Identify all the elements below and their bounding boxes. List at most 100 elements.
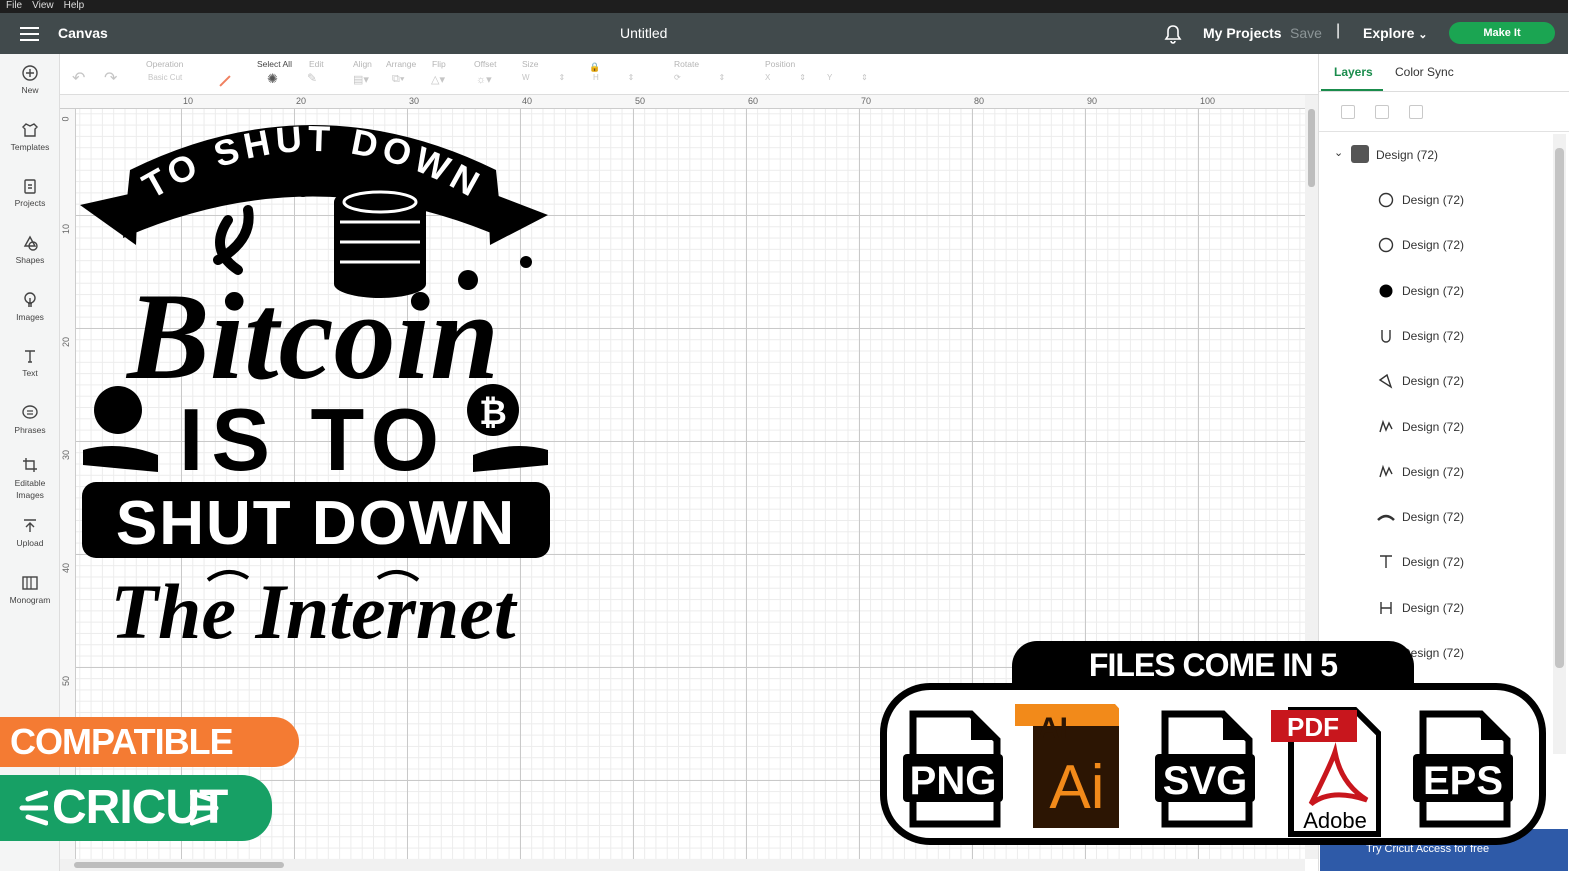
tool-editable-images[interactable]: Editable Images [0,456,60,501]
undo-icon[interactable]: ↶ [72,68,85,87]
shirt-icon [22,123,38,137]
layer-row[interactable]: Design (72) [1319,224,1551,266]
horizontal-scrollbar[interactable] [60,859,1305,871]
ruler-tick: 50 [635,96,646,106]
bell-icon[interactable] [1164,24,1182,44]
tool-label: Projects [14,198,46,208]
circle-outline-icon [1378,192,1394,208]
layer-name: Design (72) [1402,374,1465,389]
layer-group-row[interactable]: ⌄ Design (72) [1319,134,1551,176]
offset-icon[interactable]: ☼▾ [476,73,492,87]
tab-layers[interactable]: Layers [1334,65,1373,79]
layer-row[interactable]: Design (72) [1319,270,1551,312]
design-line-shut-down: SHUT DOWN [116,489,516,558]
layer-name: Design (72) [1402,238,1465,253]
operation-label: Operation [146,59,184,69]
select-all-icon[interactable]: ✺ [267,71,278,86]
layer-name: Design (72) [1402,283,1465,298]
node-decoration [520,256,532,268]
circle-outline-icon [1378,238,1394,253]
arc-icon [1377,514,1395,522]
layer-row[interactable]: Design (72) [1319,541,1551,583]
menu-file[interactable]: File [6,0,22,11]
duplicate-icon[interactable] [1375,105,1389,119]
y-field[interactable]: Y ⇕ [827,73,868,87]
layer-group-name: Design (72) [1376,148,1439,162]
tool-text[interactable]: Text [0,347,60,378]
tool-projects[interactable]: Projects [0,177,60,208]
tool-label: Editable Images [14,478,46,500]
scroll-thumb[interactable] [1555,148,1564,668]
make-it-button[interactable]: Make It [1449,22,1555,44]
scroll-thumb[interactable] [74,862,284,868]
design-line-is-to: IS TO [179,390,447,489]
explore-menu[interactable]: Explore ⌄ [1363,25,1427,41]
top-bar: Canvas Untitled My Projects Save | Explo… [0,13,1568,54]
tool-new[interactable]: New [0,64,60,95]
tool-shapes[interactable]: Shapes [0,234,60,265]
x-label: X [765,73,771,82]
width-field[interactable]: W ⇕ [522,73,565,87]
tool-monogram[interactable]: Monogram [0,574,60,605]
tab-color-sync[interactable]: Color Sync [1395,65,1454,79]
menu-view[interactable]: View [32,0,54,11]
layer-row[interactable]: Design (72) [1319,496,1551,538]
design-title: Bitcoin [125,268,499,405]
layer-row[interactable]: Design (72) [1319,315,1551,357]
tool-label: Images [16,312,44,322]
design-line-internet: The Internet [110,568,518,650]
flip-icon[interactable]: △▾ [431,73,445,87]
height-field[interactable]: H ⇕ [593,73,634,87]
ruler-tick: 60 [748,96,759,106]
layer-row[interactable]: Design (72) [1319,451,1551,493]
rotate-field[interactable]: ⟳ ⇕ [674,73,725,87]
person-icon [94,386,142,434]
operation-select[interactable]: Basic Cut [148,73,182,87]
bitcoin-design-artwork[interactable]: TO SHUT DOWN Bitcoin ₿ IS TO SHUT DOWN T… [78,110,553,650]
ruler-tick: 30 [409,96,420,106]
layer-name: Design (72) [1402,510,1465,525]
t-letter-icon [1380,555,1392,569]
x-field[interactable]: X ⇕ [765,73,806,87]
ruler-tick: 0 [60,116,71,122]
ai-file-icon: AI Ai [1015,704,1119,828]
options-bar: ↶ ↷ Operation Basic Cut Select All ✺ Edi… [60,54,1318,95]
chevron-down-icon[interactable]: ⌄ [1334,146,1343,159]
my-projects-button[interactable]: My Projects [1203,25,1282,41]
ruler-tick: 10 [183,96,194,106]
ruler-tick: 10 [61,223,72,235]
layer-row[interactable]: Design (72) [1319,406,1551,448]
layer-row[interactable]: Design (72) [1319,179,1551,221]
menu-help[interactable]: Help [64,0,85,11]
upload-icon [24,519,36,532]
align-icon[interactable]: ▤▾ [353,73,369,87]
tool-upload[interactable]: Upload [0,517,60,548]
scroll-thumb[interactable] [1308,109,1315,187]
tool-templates[interactable]: Templates [0,121,60,152]
pen-icon [219,75,231,87]
redo-icon[interactable]: ↷ [104,68,117,87]
delete-icon[interactable] [1409,105,1423,119]
arrange-icon[interactable]: ⧉▾ [392,73,404,87]
save-button[interactable]: Save [1290,25,1322,41]
design-thumbnail-icon [1351,145,1369,163]
banner-tail-right [488,192,548,245]
panel-scrollbar[interactable] [1553,134,1566,754]
bulb-icon [24,292,36,307]
chevron-down-icon: ⌄ [1418,29,1428,41]
compatible-badge: COMPATIBLE WITH [0,717,299,812]
document-title[interactable]: Untitled [620,25,667,41]
group-icon[interactable] [1341,105,1355,119]
tool-images[interactable]: Images [0,291,60,322]
layer-row[interactable]: Design (72) [1319,360,1551,402]
pdf-file-icon: PDF Adobe [1271,707,1381,837]
layer-row[interactable]: Design (72) [1319,587,1551,629]
hamburger-menu-icon[interactable] [20,27,39,41]
tool-phrases[interactable]: Phrases [0,404,60,435]
hand-icon [473,446,548,472]
rotate-label: Rotate [674,59,700,69]
adobe-label: Adobe [1303,808,1367,833]
ruler-tick: 40 [61,562,72,574]
plus-circle-icon [22,65,38,81]
edit-icon[interactable]: ✎ [307,71,317,85]
